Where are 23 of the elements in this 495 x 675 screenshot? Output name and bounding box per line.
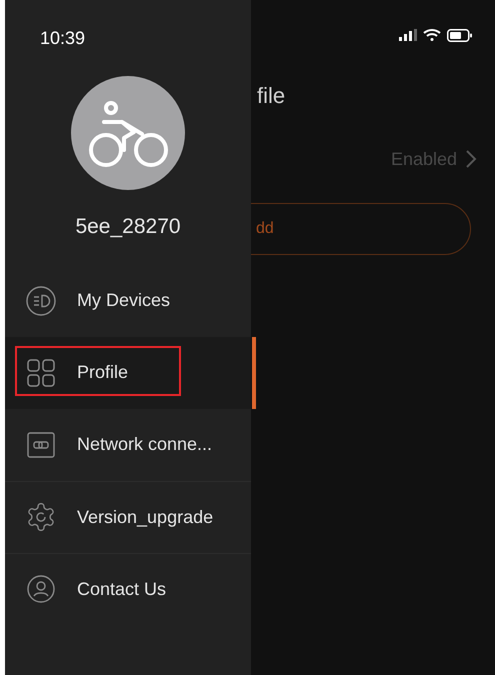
battery-icon [447,28,473,42]
grid-icon [26,358,56,388]
menu-label: Network conne... [77,433,212,456]
menu-label: Version_upgrade [77,506,214,529]
menu-label: Profile [77,361,128,384]
setting-value: Enabled [390,148,457,170]
chevron-right-icon [465,149,477,169]
menu-item[interactable]: My Devices [5,264,251,336]
link-icon [26,430,56,460]
menu-label: Contact Us [77,578,166,600]
wifi-icon [423,28,441,42]
signal-icon [399,29,417,41]
status-time: 10:39 [40,26,86,50]
menu-item[interactable]: Version_upgrade [5,480,251,552]
headlight-icon [25,284,57,316]
active-indicator [252,336,256,408]
menu-item[interactable]: Network conne... [5,408,251,480]
menu-label: My Devices [77,289,170,312]
page-title: file [257,82,286,110]
menu-item[interactable]: Contact Us [5,552,251,624]
cyclist-icon [86,98,170,168]
username: 5ee_28270 [75,214,181,240]
person-icon [26,574,56,604]
